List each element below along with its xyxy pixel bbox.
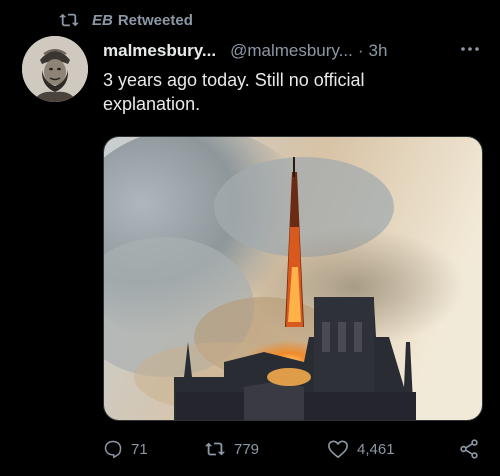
tweet-actions: 71 779 4,461	[0, 432, 500, 466]
author-handle[interactable]: @malmesbury...	[230, 41, 353, 61]
retweet-button[interactable]: 779	[204, 432, 259, 466]
heart-icon	[328, 440, 348, 458]
retweet-icon	[59, 13, 79, 27]
tweet-media[interactable]	[103, 136, 483, 421]
reply-icon	[104, 440, 122, 459]
author-display-name[interactable]: malmesbury...	[103, 41, 216, 61]
reply-button[interactable]: 71	[103, 432, 148, 466]
tweet-header: malmesbury... @malmesbury... · 3h	[103, 38, 483, 64]
avatar-portrait	[22, 36, 88, 102]
retweeter-name[interactable]: EB	[92, 12, 113, 29]
retweeted-label: Retweeted	[117, 11, 193, 29]
reply-count: 71	[131, 440, 148, 458]
share-button[interactable]	[458, 432, 488, 466]
separator: ·	[357, 41, 364, 60]
tweet-text: 3 years ago today. Still no official exp…	[103, 70, 365, 114]
cathedral-spire-fire-photo	[104, 137, 482, 420]
retweet-context: EB Retweeted	[58, 8, 193, 32]
retweet-icon	[204, 442, 226, 456]
like-button[interactable]: 4,461	[327, 432, 395, 466]
avatar[interactable]	[22, 36, 88, 102]
tweet[interactable]: EB Retweeted malmesbury... @malmesbury..…	[0, 0, 500, 476]
timestamp[interactable]: 3h	[369, 41, 388, 61]
like-count: 4,461	[357, 440, 395, 458]
retweet-count: 779	[234, 440, 260, 458]
more-icon[interactable]	[458, 40, 482, 58]
share-icon	[460, 439, 478, 459]
